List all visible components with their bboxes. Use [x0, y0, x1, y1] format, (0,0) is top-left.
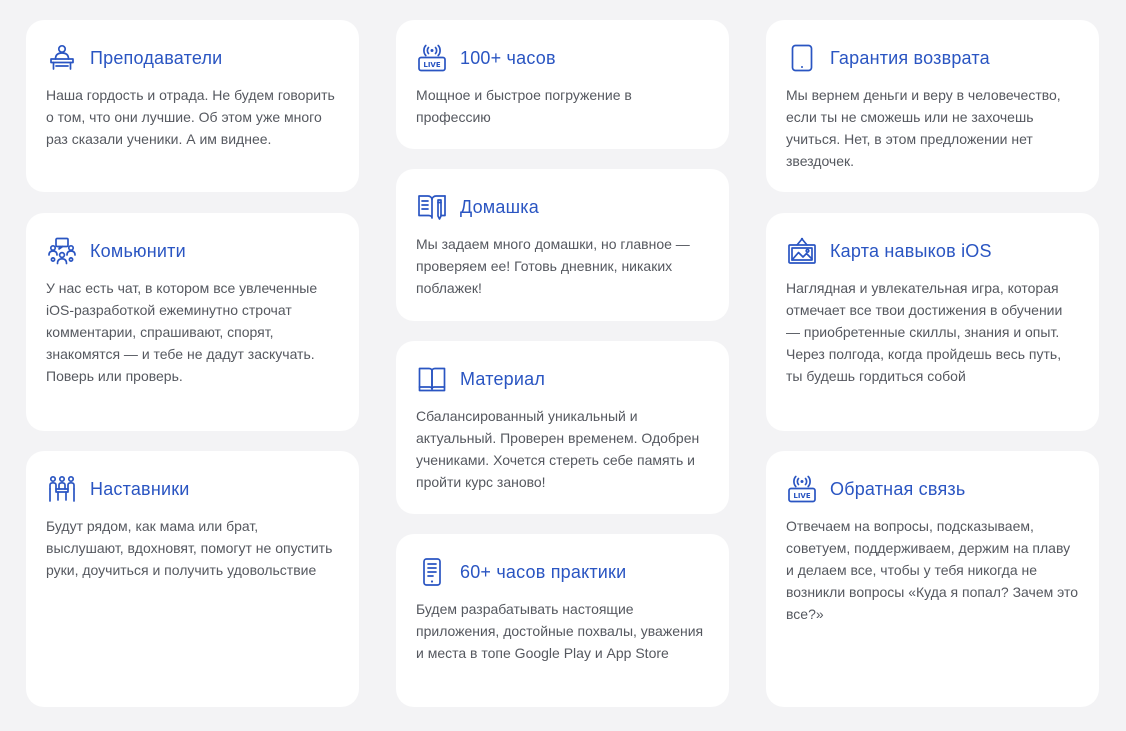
card-text: Наша гордость и отрада. Не будем говорит…	[46, 87, 335, 147]
card-title: 100+ часов	[460, 47, 556, 68]
mentors-icon	[46, 473, 78, 505]
card-text: Будем разрабатывать настоящие приложения…	[416, 601, 704, 661]
card-header: Домашка	[416, 191, 709, 223]
card-title: 60+ часов практики	[460, 561, 627, 582]
teacher-desk-icon	[46, 42, 78, 74]
live-label: LIVE	[793, 492, 810, 500]
card-header: Карта навыков iOS	[786, 235, 1079, 267]
card-refund: Гарантия возврата Мы вернем деньги и вер…	[766, 20, 1099, 192]
card-mentors: Наставники Будут рядом, как мама или бра…	[26, 451, 359, 707]
book-icon	[416, 363, 448, 395]
card-title: Наставники	[90, 478, 190, 499]
card-title: Гарантия возврата	[830, 47, 990, 68]
card-header: LIVE Обратная связь	[786, 473, 1079, 505]
card-text: Сбалансированный уникальный и актуальный…	[416, 408, 700, 490]
card-title: Материал	[460, 368, 546, 389]
card-hours: LIVE 100+ часов Мощное и быстрое погруже…	[396, 20, 729, 149]
card-title: Домашка	[460, 196, 539, 217]
card-homework: Домашка Мы задаем много домашки, но глав…	[396, 169, 729, 321]
map-picture-icon	[786, 235, 818, 267]
card-header: Материал	[416, 363, 709, 395]
card-text: Будут рядом, как мама или брат, выслушаю…	[46, 518, 333, 578]
card-header: Гарантия возврата	[786, 42, 1079, 74]
open-book-pen-icon	[416, 191, 448, 223]
card-title: Обратная связь	[830, 478, 966, 499]
card-text: Мы вернем деньги и веру в человечество, …	[786, 87, 1061, 169]
card-text: Отвечаем на вопросы, подсказываем, совет…	[786, 518, 1078, 622]
card-material: Материал Сбалансированный уникальный и а…	[396, 341, 729, 514]
live-label: LIVE	[423, 61, 440, 69]
phone-icon	[416, 556, 448, 588]
card-text: Мы задаем много домашки, но главное — пр…	[416, 236, 690, 296]
card-title: Преподаватели	[90, 47, 223, 68]
live-broadcast-icon: LIVE	[416, 42, 448, 74]
card-header: 60+ часов практики	[416, 556, 709, 588]
card-text: Наглядная и увлекательная игра, которая …	[786, 280, 1063, 384]
card-text: Мощное и быстрое погружение в профессию	[416, 87, 632, 125]
card-header: Наставники	[46, 473, 339, 505]
card-text: У нас есть чат, в котором все увлеченные…	[46, 280, 318, 384]
live-broadcast-icon: LIVE	[786, 473, 818, 505]
card-practice: 60+ часов практики Будем разрабатывать н…	[396, 534, 729, 707]
tablet-icon	[786, 42, 818, 74]
card-title: Комьюнити	[90, 240, 186, 261]
card-title: Карта навыков iOS	[830, 240, 992, 261]
card-header: Преподаватели	[46, 42, 339, 74]
card-teachers: Преподаватели Наша гордость и отрада. Не…	[26, 20, 359, 192]
card-skills-map: Карта навыков iOS Наглядная и увлекатель…	[766, 213, 1099, 431]
card-community: Комьюнити У нас есть чат, в котором все …	[26, 213, 359, 431]
card-header: Комьюнити	[46, 235, 339, 267]
community-icon	[46, 235, 78, 267]
card-header: LIVE 100+ часов	[416, 42, 709, 74]
card-feedback: LIVE Обратная связь Отвечаем на вопросы,…	[766, 451, 1099, 707]
